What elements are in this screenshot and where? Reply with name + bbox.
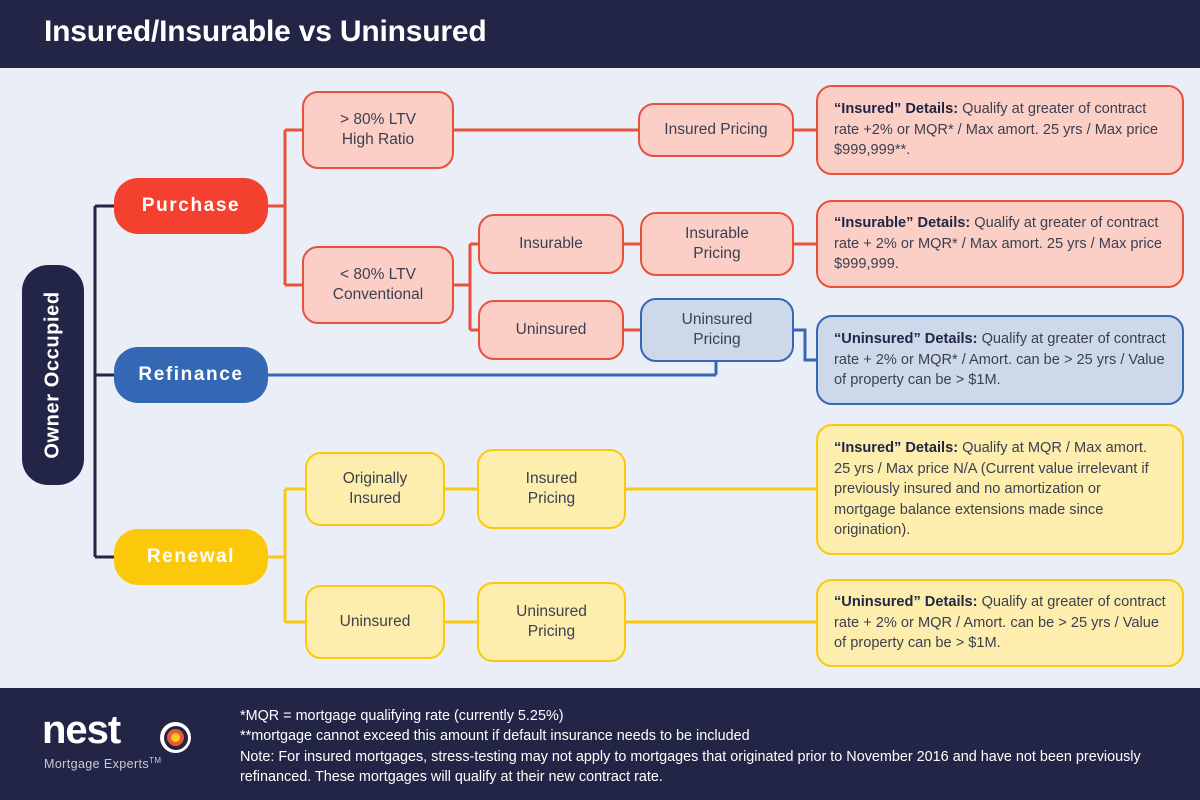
node-conventional-label: < 80% LTV Conventional: [332, 265, 424, 303]
nesto-target-icon: [160, 722, 191, 753]
branch-purchase[interactable]: Purchase: [114, 178, 268, 234]
branch-renewal[interactable]: Renewal: [114, 529, 268, 585]
footnotes: *MQR = mortgage qualifying rate (current…: [240, 706, 1190, 788]
footnote-mqr: *MQR = mortgage qualifying rate (current…: [240, 708, 564, 724]
flowchart-canvas: Owner Occupied Purchase Refinance Renewa…: [0, 68, 1200, 688]
detail-insurable-title: “Insurable” Details:: [834, 215, 971, 232]
footnote-mortgage-cap: **mortgage cannot exceed this amount if …: [240, 728, 750, 745]
node-insurable[interactable]: Insurable: [478, 214, 624, 274]
node-high-ratio-label: > 80% LTV High Ratio: [340, 110, 416, 148]
node-insurable-label: Insurable: [519, 234, 583, 252]
node-uninsured-purchase-label: Uninsured: [515, 320, 587, 338]
node-high-ratio[interactable]: > 80% LTV High Ratio: [302, 91, 454, 169]
page-header: Insured/Insurable vs Uninsured: [0, 0, 1200, 68]
node-insured-pricing-label: Insured Pricing: [664, 120, 768, 138]
detail-card-renewal-uninsured[interactable]: “Uninsured” Details: Qualify at greater …: [816, 579, 1184, 667]
detail-card-insured[interactable]: “Insured” Details: Qualify at greater of…: [816, 85, 1184, 175]
node-originally-insured-label: Originally Insured: [342, 469, 408, 507]
branch-renewal-label: Renewal: [146, 545, 236, 567]
detail-card-renewal-insured[interactable]: “Insured” Details: Qualify at MQR / Max …: [816, 424, 1184, 555]
detail-uninsured-title: “Uninsured” Details:: [834, 331, 978, 348]
node-insured-pricing-renewal[interactable]: Insured Pricing: [477, 449, 626, 529]
root-node-label: Owner Occupied: [42, 291, 65, 459]
nesto-logo-wordmark: nest: [42, 708, 121, 752]
nesto-logo[interactable]: nest Mortgage ExpertsTM: [42, 708, 212, 778]
node-insurable-pricing-label: Insurable Pricing: [685, 224, 749, 262]
node-uninsured-renewal-label: Uninsured: [339, 612, 411, 630]
detail-card-uninsured[interactable]: “Uninsured” Details: Qualify at greater …: [816, 315, 1184, 405]
detail-insured-title: “Insured” Details:: [834, 101, 959, 118]
node-uninsured-pricing-renewal-label: Uninsured Pricing: [516, 602, 587, 640]
nesto-tagline-text: Mortgage Experts: [44, 757, 150, 772]
nesto-logo-tagline: Mortgage ExpertsTM: [44, 756, 161, 771]
page-title: Insured/Insurable vs Uninsured: [44, 15, 487, 48]
node-originally-insured[interactable]: Originally Insured: [305, 452, 445, 526]
branch-purchase-label: Purchase: [141, 194, 241, 216]
footnote-stress-test: Note: For insured mortgages, stress-test…: [240, 748, 1141, 786]
node-uninsured-purchase[interactable]: Uninsured: [478, 300, 624, 360]
node-uninsured-pricing-label: Uninsured Pricing: [681, 310, 753, 348]
branch-refinance[interactable]: Refinance: [114, 347, 268, 403]
node-uninsured-renewal[interactable]: Uninsured: [305, 585, 445, 659]
detail-card-insurable[interactable]: “Insurable” Details: Qualify at greater …: [816, 200, 1184, 288]
node-uninsured-pricing[interactable]: Uninsured Pricing: [640, 298, 794, 362]
root-node-owner-occupied[interactable]: Owner Occupied: [22, 265, 84, 485]
node-insured-pricing[interactable]: Insured Pricing: [638, 103, 794, 157]
node-conventional[interactable]: < 80% LTV Conventional: [302, 246, 454, 324]
node-insurable-pricing[interactable]: Insurable Pricing: [640, 212, 794, 276]
detail-renewal-uninsured-title: “Uninsured” Details:: [834, 594, 978, 611]
node-insured-pricing-renewal-label: Insured Pricing: [525, 469, 578, 507]
branch-refinance-label: Refinance: [138, 363, 244, 385]
trademark-icon: TM: [149, 756, 162, 765]
node-uninsured-pricing-renewal[interactable]: Uninsured Pricing: [477, 582, 626, 662]
detail-renewal-insured-title: “Insured” Details:: [834, 440, 959, 457]
infographic-root: Insured/Insurable vs Uninsured Owner Occ…: [0, 0, 1200, 800]
